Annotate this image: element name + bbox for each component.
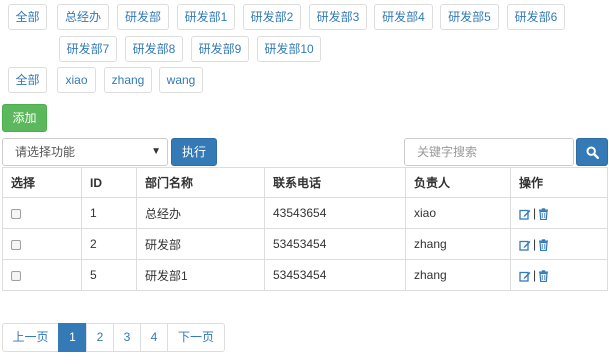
action-separator: | — [533, 268, 537, 282]
column-header-actions: 操作 — [510, 167, 608, 198]
user-tag-xiao[interactable]: xiao — [57, 67, 96, 93]
execute-button[interactable]: 执行 — [171, 138, 217, 166]
dept-tag-yanfabu-5[interactable]: 研发部5 — [440, 4, 499, 30]
search-input[interactable]: 关键字搜索 — [404, 138, 574, 166]
table-row: 2 研发部 53453454 zhang | — [2, 228, 608, 260]
trash-icon[interactable] — [538, 208, 549, 220]
dept-tag-yanfabu-10[interactable]: 研发部10 — [257, 36, 321, 62]
edit-icon[interactable] — [519, 270, 531, 282]
search-button[interactable] — [576, 138, 608, 166]
action-separator: | — [533, 237, 537, 251]
cell-phone: 53453454 — [264, 228, 406, 260]
dept-tag-yanfabu-7[interactable]: 研发部7 — [59, 36, 117, 62]
dept-tag-yanfabu-6[interactable]: 研发部6 — [507, 4, 565, 30]
cell-owner: xiao — [405, 197, 511, 229]
cell-actions: | — [510, 259, 608, 291]
dept-tag-yanfabu-9[interactable]: 研发部9 — [191, 36, 249, 62]
dept-tag-yanfabu-2[interactable]: 研发部2 — [243, 4, 301, 30]
cell-actions: | — [510, 197, 608, 229]
cell-id: 2 — [81, 228, 137, 260]
dept-tag-yanfabu-4[interactable]: 研发部4 — [374, 4, 433, 30]
page-button-4[interactable]: 4 — [140, 323, 168, 352]
caret-down-icon: ▼ — [151, 146, 161, 157]
row-checkbox[interactable] — [11, 208, 21, 219]
column-header-owner: 负责人 — [405, 167, 511, 198]
table-row: 1 总经办 43543654 xiao | — [2, 197, 608, 229]
row-checkbox[interactable] — [11, 270, 21, 281]
table-header-row: 选择 ID 部门名称 联系电话 负责人 操作 — [2, 167, 608, 198]
user-tag-all[interactable]: 全部 — [8, 67, 47, 93]
cell-owner: zhang — [405, 228, 511, 260]
row-checkbox[interactable] — [11, 239, 21, 250]
function-select-value: 请选择功能 — [15, 145, 76, 159]
user-tag-wang[interactable]: wang — [159, 67, 203, 93]
user-tag-zhang[interactable]: zhang — [104, 67, 152, 93]
page-button-1[interactable]: 1 — [58, 323, 87, 352]
column-header-phone: 联系电话 — [264, 167, 406, 198]
trash-icon[interactable] — [538, 270, 549, 282]
dept-tag-yanfabu-3[interactable]: 研发部3 — [309, 4, 367, 30]
column-header-select: 选择 — [2, 167, 82, 198]
cell-owner: zhang — [405, 259, 511, 291]
column-header-id: ID — [81, 167, 137, 198]
cell-actions: | — [510, 228, 608, 260]
prev-page-button[interactable]: 上一页 — [2, 323, 59, 352]
dept-tag-yanfabu[interactable]: 研发部 — [117, 4, 169, 30]
cell-phone: 53453454 — [264, 259, 406, 291]
edit-icon[interactable] — [519, 239, 531, 251]
table-row: 5 研发部1 53453454 zhang | — [2, 259, 608, 291]
cell-id: 1 — [81, 197, 137, 229]
dept-tag-zongjingban[interactable]: 总经办 — [57, 4, 109, 30]
trash-icon[interactable] — [538, 239, 549, 251]
action-separator: | — [533, 206, 537, 220]
page-button-2[interactable]: 2 — [86, 323, 114, 352]
cell-dept-name: 研发部 — [136, 228, 265, 260]
page-button-3[interactable]: 3 — [113, 323, 141, 352]
column-header-dept-name: 部门名称 — [136, 167, 265, 198]
search-placeholder: 关键字搜索 — [417, 145, 478, 159]
edit-icon[interactable] — [519, 208, 531, 220]
add-button[interactable]: 添加 — [2, 104, 47, 132]
cell-id: 5 — [81, 259, 137, 291]
function-select[interactable]: 请选择功能 ▼ — [2, 138, 168, 166]
pagination: 上一页 1 2 3 4 下一页 — [2, 323, 225, 352]
next-page-button[interactable]: 下一页 — [167, 323, 225, 352]
search-icon — [586, 146, 599, 159]
cell-phone: 43543654 — [264, 197, 406, 229]
cell-dept-name: 总经办 — [136, 197, 265, 229]
dept-tag-all[interactable]: 全部 — [8, 4, 47, 30]
dept-tag-yanfabu-8[interactable]: 研发部8 — [125, 36, 183, 62]
department-table: 选择 ID 部门名称 联系电话 负责人 操作 1 总经办 43543654 xi… — [2, 167, 608, 291]
dept-tag-yanfabu-1[interactable]: 研发部1 — [177, 4, 235, 30]
cell-dept-name: 研发部1 — [136, 259, 265, 291]
